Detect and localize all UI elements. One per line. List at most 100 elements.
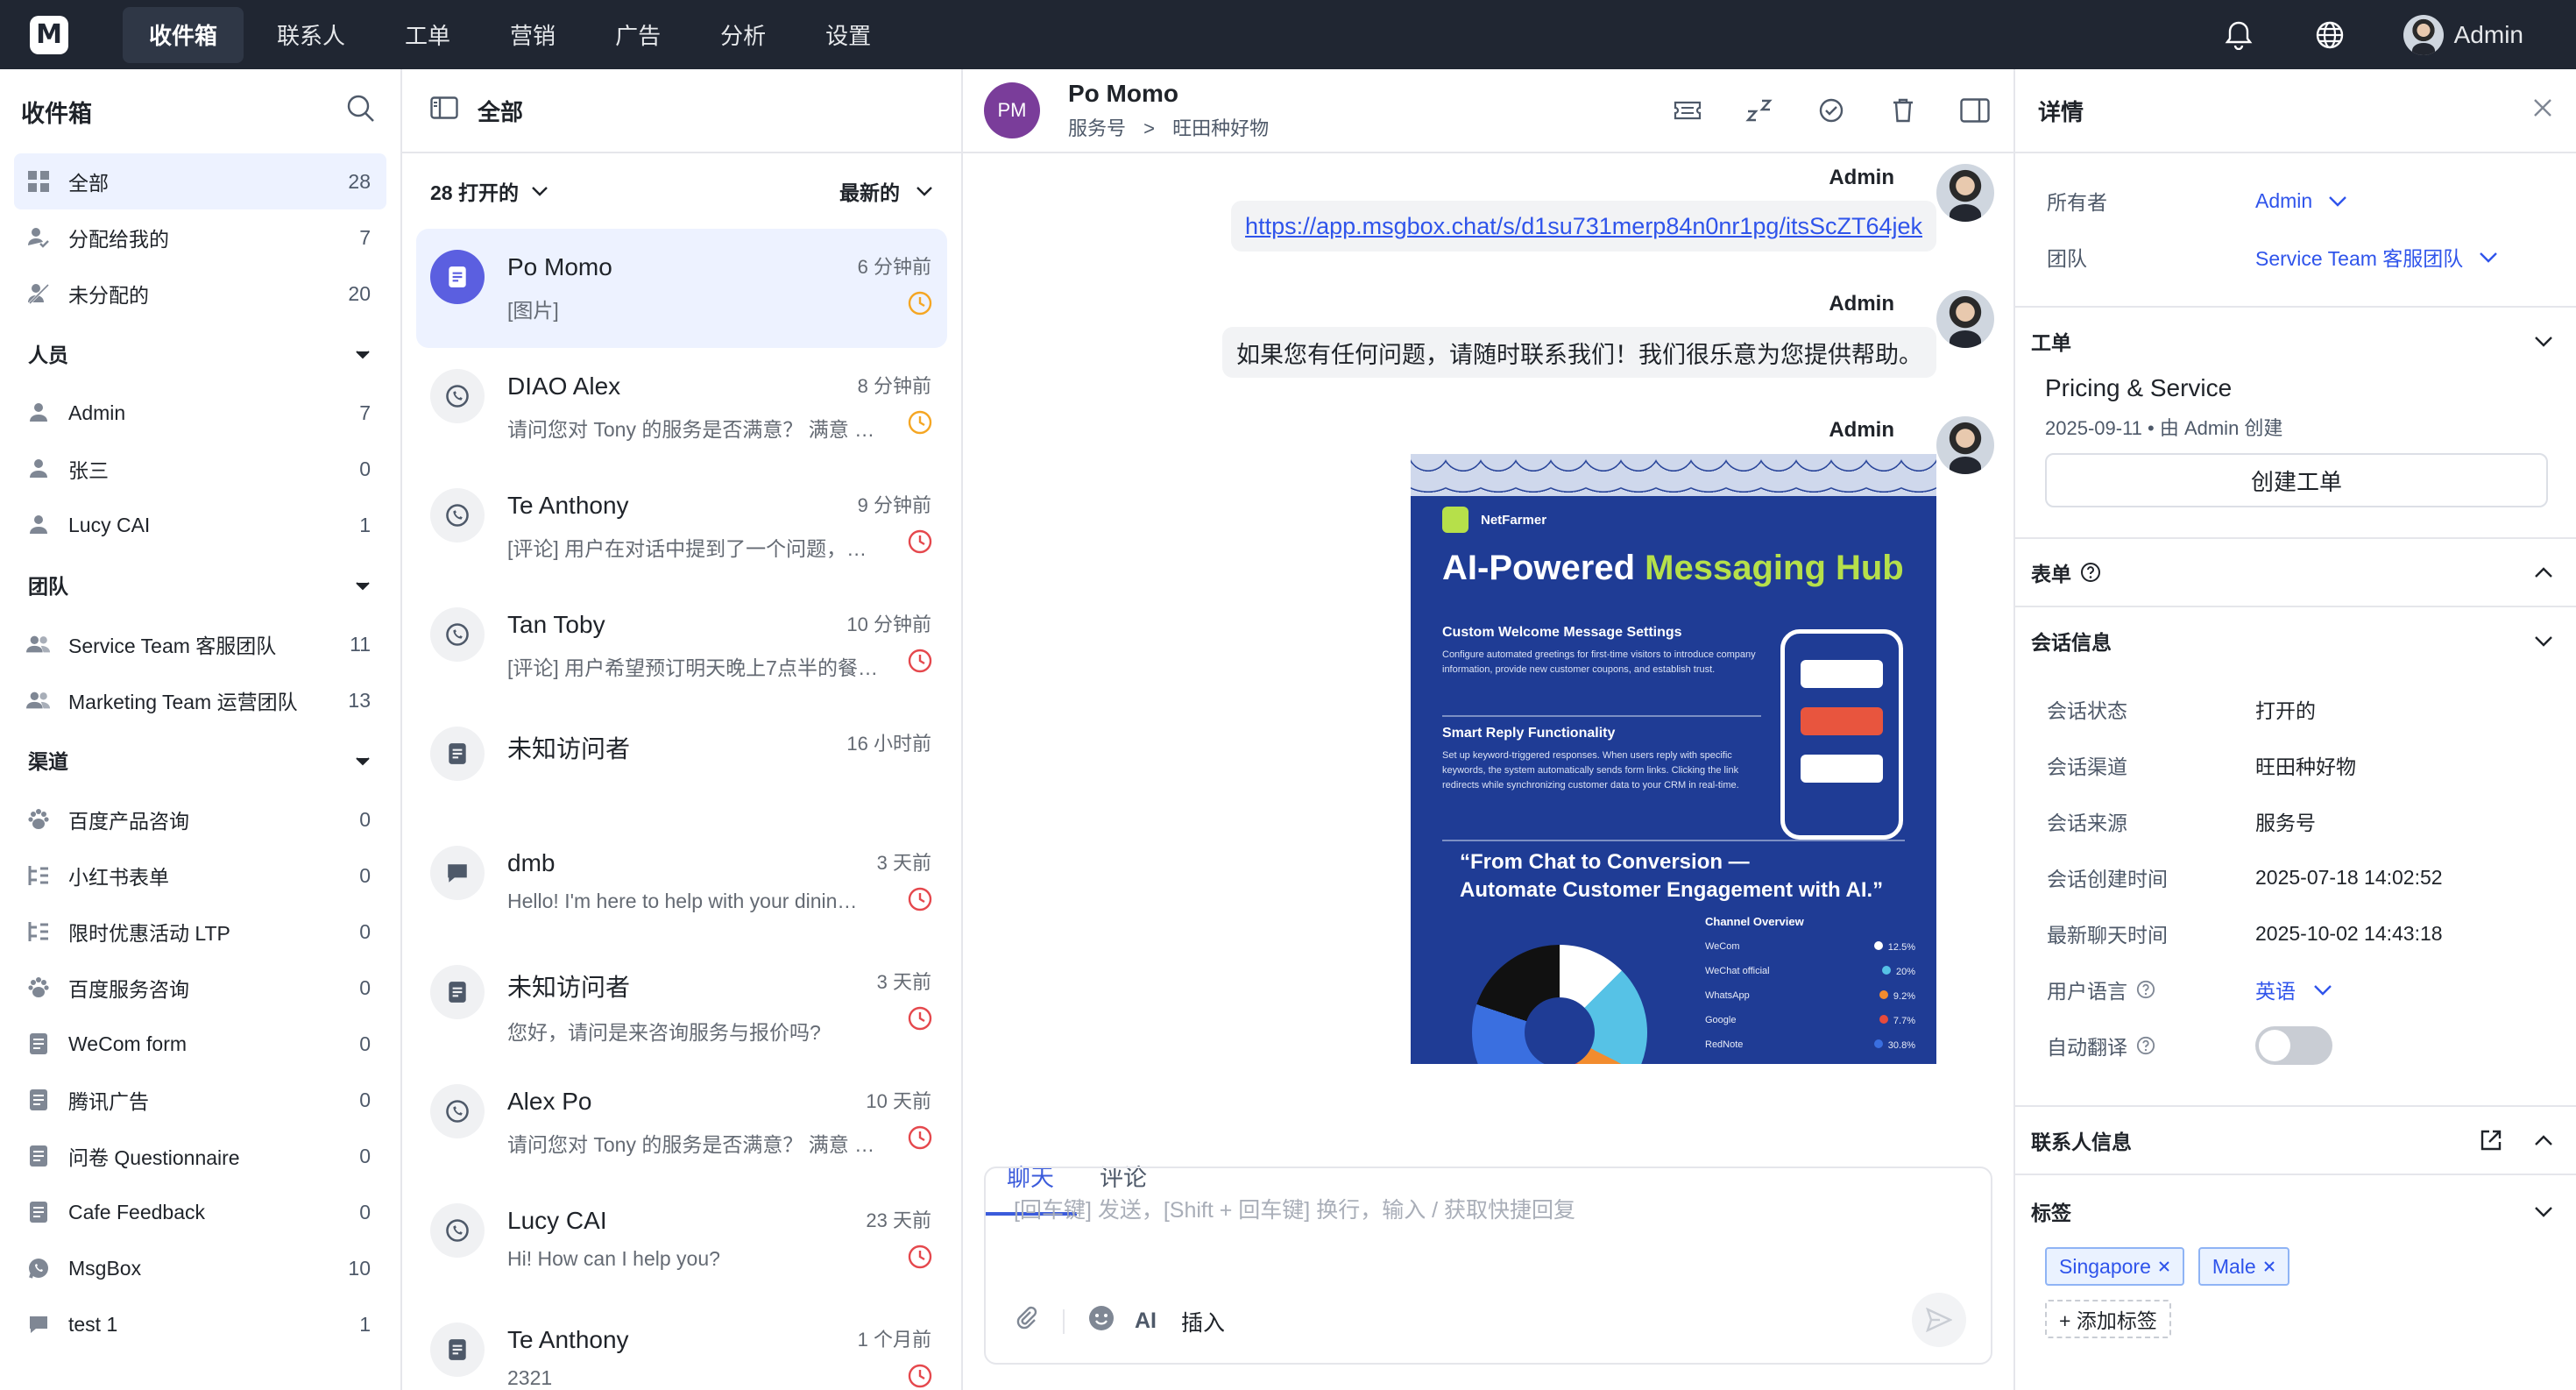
sidebar-item-channel[interactable]: 腾讯广告 0: [14, 1072, 386, 1128]
contact-info-section-header[interactable]: 联系人信息: [2015, 1105, 2576, 1174]
sidebar-item-channel[interactable]: Cafe Feedback 0: [14, 1184, 386, 1240]
conversation-time: 3 天前: [876, 852, 931, 874]
attachment-icon[interactable]: [1014, 1305, 1040, 1337]
nav-marketing[interactable]: 营销: [484, 7, 582, 63]
help-icon: [2136, 1036, 2155, 1055]
search-icon[interactable]: [346, 94, 376, 130]
emoji-icon[interactable]: [1087, 1304, 1115, 1338]
tag-chip[interactable]: Singapore: [2045, 1247, 2184, 1286]
conversation-item[interactable]: Te Anthony 2321 1 个月前: [416, 1301, 947, 1390]
conversation-item[interactable]: Te Anthony [评论] 用户在对话中提到了一个问题，… 9 分钟前: [416, 467, 947, 586]
conversation-list-panel: 全部 28 打开的 最新的 Po Momo [图片] 6 分钟前 DIAO Alex 请…: [402, 69, 963, 1390]
poster-brand: NetFarmer: [1442, 507, 1936, 533]
auto-translate-toggle[interactable]: [2255, 1026, 2332, 1065]
status-filter-dropdown[interactable]: 28 打开的: [430, 176, 548, 206]
sort-dropdown[interactable]: 最新的: [839, 176, 933, 206]
chevron-down-icon: [2535, 635, 2552, 647]
user-icon: [26, 513, 51, 537]
sidebar-item-channel[interactable]: 问卷 Questionnaire 0: [14, 1128, 386, 1184]
contact-avatar: PM: [984, 82, 1040, 138]
poster-phone-illustration: [1780, 629, 1903, 840]
sidebar-item-channel[interactable]: 限时优惠活动 LTP 0: [14, 904, 386, 960]
sidebar-item-person-lucy[interactable]: Lucy CAI 1: [14, 497, 386, 553]
ticket-name[interactable]: Pricing & Service: [2045, 374, 2576, 402]
admin-avatar: [1936, 416, 1994, 474]
nav-contacts[interactable]: 联系人: [251, 7, 372, 63]
sidebar-item-channel[interactable]: 百度产品咨询 0: [14, 791, 386, 847]
sidebar-item-person-zhangsan[interactable]: 张三 0: [14, 441, 386, 497]
globe-icon[interactable]: [2312, 18, 2347, 53]
owner-select[interactable]: Admin: [2255, 189, 2347, 213]
nav-ads[interactable]: 广告: [589, 7, 687, 63]
message-composer[interactable]: [回车键] 发送，[Shift + 回车键] 换行，输入 / 获取快捷回复 AI…: [984, 1167, 1992, 1365]
user-off-icon: [26, 281, 51, 306]
tags-section-header[interactable]: 标签: [2015, 1174, 2576, 1247]
sidebar-toggle-icon[interactable]: [430, 96, 458, 125]
external-link-icon[interactable]: [2480, 1129, 2502, 1152]
sidebar-item-team-marketing[interactable]: Marketing Team 运营团队 13: [14, 672, 386, 728]
nav-analytics[interactable]: 分析: [694, 7, 792, 63]
channels-section-header[interactable]: 渠道: [14, 728, 386, 791]
bell-icon[interactable]: [2221, 18, 2256, 53]
nav-inbox[interactable]: 收件箱: [123, 6, 244, 63]
nav-settings[interactable]: 设置: [799, 7, 897, 63]
conversation-item[interactable]: 未知访问者 16 小时前: [416, 706, 947, 825]
sidebar-item-channel[interactable]: WeCom form 0: [14, 1016, 386, 1072]
message-image[interactable]: NetFarmer AI-Powered Messaging Hub Custo…: [1411, 454, 1936, 1064]
conversation-item[interactable]: Po Momo [图片] 6 分钟前: [416, 229, 947, 348]
chevron-down-icon: [2329, 195, 2347, 207]
sidebar-item-team-service[interactable]: Service Team 客服团队 11: [14, 616, 386, 672]
app-logo[interactable]: M: [30, 15, 68, 54]
sidebar-item-channel[interactable]: 百度服务咨询 0: [14, 960, 386, 1016]
conversation-item[interactable]: Tan Toby [评论] 用户希望预订明天晚上7点半的餐厅… 10 分钟前: [416, 586, 947, 706]
people-section-header[interactable]: 人员: [14, 322, 386, 385]
teams-section-header[interactable]: 团队: [14, 553, 386, 616]
message-author: Admin: [1829, 292, 1894, 316]
session-info-list: 会话状态 打开的 会话渠道 旺田种好物 会话来源 服务号 会话创建时间 2025-07-18 …: [2015, 681, 2576, 961]
send-button[interactable]: [1912, 1293, 1966, 1347]
tag-list: Singapore Male + 添加标签: [2015, 1247, 2576, 1338]
message-link[interactable]: https://app.msgbox.chat/s/d1su731merp84n…: [1245, 213, 1922, 240]
conversation-item[interactable]: 未知访问者 您好，请问是来咨询服务与报价吗? 3 天前: [416, 944, 947, 1063]
details-panel-toggle-icon[interactable]: [1957, 93, 1992, 128]
close-icon[interactable]: [2263, 1260, 2275, 1273]
trash-icon[interactable]: [1886, 93, 1921, 128]
resolve-check-icon[interactable]: [1814, 93, 1849, 128]
create-ticket-button[interactable]: 创建工单: [2045, 453, 2548, 507]
close-icon[interactable]: [2158, 1260, 2170, 1273]
user-language-select[interactable]: 英语: [2255, 975, 2332, 1004]
details-title: 详情: [2038, 98, 2084, 125]
sidebar-item-channel[interactable]: test 1 1: [14, 1296, 386, 1352]
sidebar-item-assigned-to-me[interactable]: 分配给我的 7: [14, 209, 386, 266]
add-tag-button[interactable]: + 添加标签: [2045, 1300, 2171, 1338]
sidebar-item-unassigned[interactable]: 未分配的 20: [14, 266, 386, 322]
conversation-item[interactable]: Lucy CAI Hi! How can I help you? 23 天前: [416, 1182, 947, 1301]
conversation-name: dmb: [507, 849, 556, 876]
sidebar-item-channel[interactable]: 小红书表单 0: [14, 847, 386, 904]
conversation-avatar: [430, 1084, 485, 1138]
sidebar-item-all[interactable]: 全部 28: [14, 153, 386, 209]
sidebar-item-person-admin[interactable]: Admin 7: [14, 385, 386, 441]
tag-chip[interactable]: Male: [2197, 1247, 2289, 1286]
send-icon: [1926, 1308, 1952, 1332]
close-icon[interactable]: [2532, 97, 2553, 124]
poster-scallop-border: [1411, 454, 1936, 496]
session-info-section-header[interactable]: 会话信息: [2015, 606, 2576, 674]
team-select[interactable]: Service Team 客服团队: [2255, 242, 2498, 272]
ticket-icon[interactable]: [1670, 93, 1705, 128]
conversation-item[interactable]: Alex Po 请问您对 Tony 的服务是否满意？ 满意 我… 10 天前: [416, 1063, 947, 1182]
conversation-item[interactable]: DIAO Alex 请问您对 Tony 的服务是否满意？ 满意 我… 8 分钟前: [416, 348, 947, 467]
sidebar-item-channel[interactable]: MsgBox 10: [14, 1240, 386, 1296]
user-menu[interactable]: Admin: [2403, 14, 2523, 55]
insert-button[interactable]: 插入: [1181, 1306, 1225, 1337]
ticket-section-header[interactable]: 工单: [2015, 306, 2576, 374]
users-icon: [26, 688, 51, 713]
ai-button[interactable]: AI: [1135, 1308, 1157, 1334]
form-section-header[interactable]: 表单: [2015, 537, 2576, 606]
whatsapp-icon: [446, 1219, 469, 1242]
help-icon: [2136, 980, 2155, 999]
snooze-icon[interactable]: [1742, 93, 1777, 128]
nav-tickets[interactable]: 工单: [379, 7, 477, 63]
conversation-item[interactable]: dmb Hello! I'm here to help with your din…: [416, 825, 947, 944]
conversation-time: 1 个月前: [857, 1329, 931, 1351]
